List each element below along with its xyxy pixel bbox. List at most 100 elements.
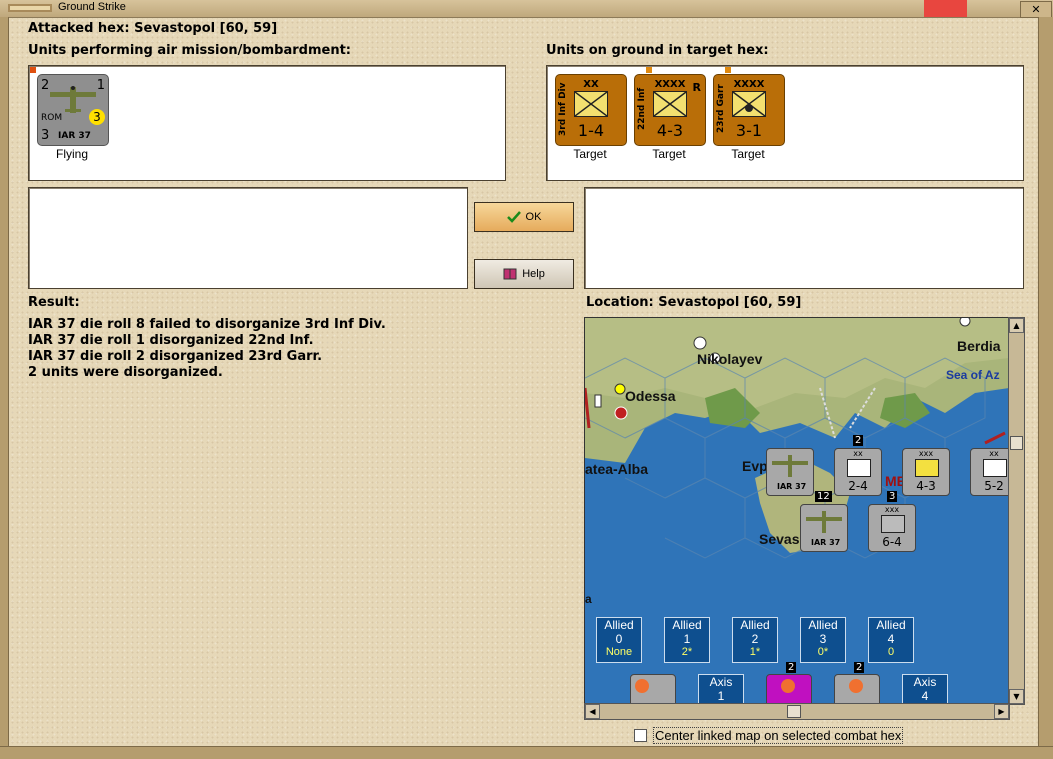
ground-unit-status: Target	[652, 147, 686, 161]
axis-box-1[interactable]: Axis 1	[698, 674, 744, 704]
attacked-hex-label: Attacked hex: Sevastopol [60, 59]	[28, 21, 278, 36]
map-counter-size: xx	[853, 449, 863, 458]
ground-units-label: Units on ground in target hex:	[546, 43, 769, 58]
infantry-symbol-icon	[653, 91, 687, 117]
map-ground-counter[interactable]: xxx 4-3	[902, 448, 950, 496]
scroll-down-icon[interactable]: ▼	[1009, 689, 1024, 704]
scroll-right-icon[interactable]: ▶	[994, 704, 1009, 719]
help-button[interactable]: Help	[474, 259, 574, 289]
air-unit-status: Flying	[55, 147, 88, 161]
checkmark-icon	[506, 211, 521, 223]
map-air-counter[interactable]: IAR 37	[766, 448, 814, 496]
map-counter-strength: 2-4	[848, 479, 868, 493]
axis-box-title: Axis	[709, 675, 733, 689]
map-air-counter[interactable]: IAR 37	[800, 504, 848, 552]
allied-box-value: None	[605, 646, 633, 658]
axis-unit-counter[interactable]	[630, 674, 676, 704]
allied-box-title: Allied	[808, 618, 838, 632]
allied-box-0[interactable]: Allied 0 None	[596, 617, 642, 663]
axis-unit-counter[interactable]	[834, 674, 880, 704]
window-frame-bottom[interactable]	[0, 746, 1053, 759]
allied-box-2[interactable]: Allied 2 1*	[732, 617, 778, 663]
infantry-symbol-icon	[881, 515, 905, 533]
ground-unit-counter[interactable]: 23rd Garr XXXX 3-1	[713, 74, 785, 146]
ground-units-list: 3rd Inf Div XX 1-4 Target 22nd Inf XXXX …	[546, 65, 1024, 181]
map-place-label: Odessa	[625, 388, 676, 404]
window-ornament-icon	[8, 4, 52, 12]
allied-box-number: 0	[615, 632, 623, 646]
ground-unit-counter[interactable]: 22nd Inf XXXX R 4-3	[634, 74, 706, 146]
map-vertical-scrollbar[interactable]: ▲ ▼	[1008, 317, 1025, 705]
map-ground-counter[interactable]: xx 5-2	[970, 448, 1009, 496]
map-place-label: Sea of Az	[946, 368, 1000, 382]
map-horizontal-scrollbar[interactable]: ◀ ▶	[584, 703, 1010, 720]
air-unit-type: IAR 37	[58, 131, 91, 141]
unit-circle-icon	[849, 679, 863, 693]
air-unit-counter[interactable]: 2 1 ROM 3 3 IAR 37	[37, 74, 109, 146]
map-stack-count: 2	[786, 662, 797, 673]
ground-unit-strength: 1-4	[577, 121, 605, 140]
allied-box-title: Allied	[672, 618, 702, 632]
scroll-up-icon[interactable]: ▲	[1009, 318, 1024, 333]
center-map-label[interactable]: Center linked map on selected combat hex	[653, 727, 904, 744]
map-place-label: Nikolayev	[697, 351, 763, 367]
ground-unit-strength: 4-3	[656, 121, 684, 140]
allied-box-3[interactable]: Allied 3 0*	[800, 617, 846, 663]
result-line: IAR 37 die roll 8 failed to disorganize …	[28, 317, 386, 332]
map-counter-strength: 5-2	[984, 479, 1004, 493]
air-units-label: Units performing air mission/bombardment…	[28, 43, 352, 58]
help-book-icon	[503, 268, 517, 280]
axis-box-4[interactable]: Axis 4	[902, 674, 948, 704]
air-units-list: 2 1 ROM 3 3 IAR 37 Flying	[28, 65, 506, 181]
allied-box-number: 3	[819, 632, 827, 646]
ground-unit-size: XXXX	[733, 79, 765, 90]
allied-box-4[interactable]: Allied 4 0	[868, 617, 914, 663]
ok-button-label: OK	[525, 211, 542, 223]
map-place-label: Evp	[742, 458, 768, 474]
air-unit-bottom-value: 3	[41, 128, 50, 143]
allied-box-number: 4	[887, 632, 895, 646]
axis-box-number: 4	[921, 689, 929, 703]
allied-box-value: 0*	[817, 646, 829, 658]
horizontal-scroll-thumb[interactable]	[787, 705, 801, 718]
allied-box-1[interactable]: Allied 1 2*	[664, 617, 710, 663]
map-counter-type: IAR 37	[811, 538, 841, 547]
map-place-label: a	[585, 592, 592, 606]
vertical-scroll-thumb[interactable]	[1010, 436, 1023, 450]
air-unit-detail-pane	[28, 187, 468, 289]
map-stack-count: 12	[815, 491, 832, 502]
center-map-option[interactable]: Center linked map on selected combat hex	[634, 727, 904, 744]
air-unit-circle-value: 3	[89, 109, 105, 125]
center-map-checkbox[interactable]	[634, 729, 647, 742]
location-map[interactable]: Nikolayev Berdia Sea of Az Odessa atea-A…	[584, 317, 1010, 705]
stack-marker-icon	[646, 67, 652, 73]
map-place-label: Berdia	[957, 338, 1001, 354]
ground-unit-status: Target	[731, 147, 765, 161]
result-line: IAR 37 die roll 2 disorganized 23rd Garr…	[28, 349, 323, 364]
close-button[interactable]: ✕	[1020, 1, 1052, 18]
axis-box-number: 1	[717, 689, 725, 703]
allied-box-value: 0	[887, 646, 895, 658]
map-ground-counter[interactable]: xx 2-4	[834, 448, 882, 496]
result-line: IAR 37 die roll 1 disorganized 22nd Inf.	[28, 333, 314, 348]
map-counter-strength: 6-4	[882, 535, 902, 549]
infantry-symbol-icon	[847, 459, 871, 477]
axis-box-title: Axis	[913, 675, 937, 689]
ground-unit-size: XX	[583, 79, 599, 90]
axis-unit-counter[interactable]	[766, 674, 812, 704]
ok-button[interactable]: OK	[474, 202, 574, 232]
map-ground-counter[interactable]: xxx 6-4	[868, 504, 916, 552]
minimize-button[interactable]	[924, 0, 967, 17]
window-title: Ground Strike	[58, 1, 126, 13]
result-line: 2 units were disorganized.	[28, 365, 223, 380]
window-frame-left	[0, 17, 9, 747]
help-button-label: Help	[522, 268, 545, 280]
ground-unit-status: Target	[573, 147, 607, 161]
aircraft-icon	[772, 455, 808, 477]
scroll-left-icon[interactable]: ◀	[585, 704, 600, 719]
allied-box-value: 2*	[681, 646, 693, 658]
ground-unit-counter[interactable]: 3rd Inf Div XX 1-4	[555, 74, 627, 146]
map-stack-count: 3	[887, 491, 898, 502]
allied-box-title: Allied	[876, 618, 906, 632]
title-bar: Ground Strike ✕	[0, 0, 1053, 18]
